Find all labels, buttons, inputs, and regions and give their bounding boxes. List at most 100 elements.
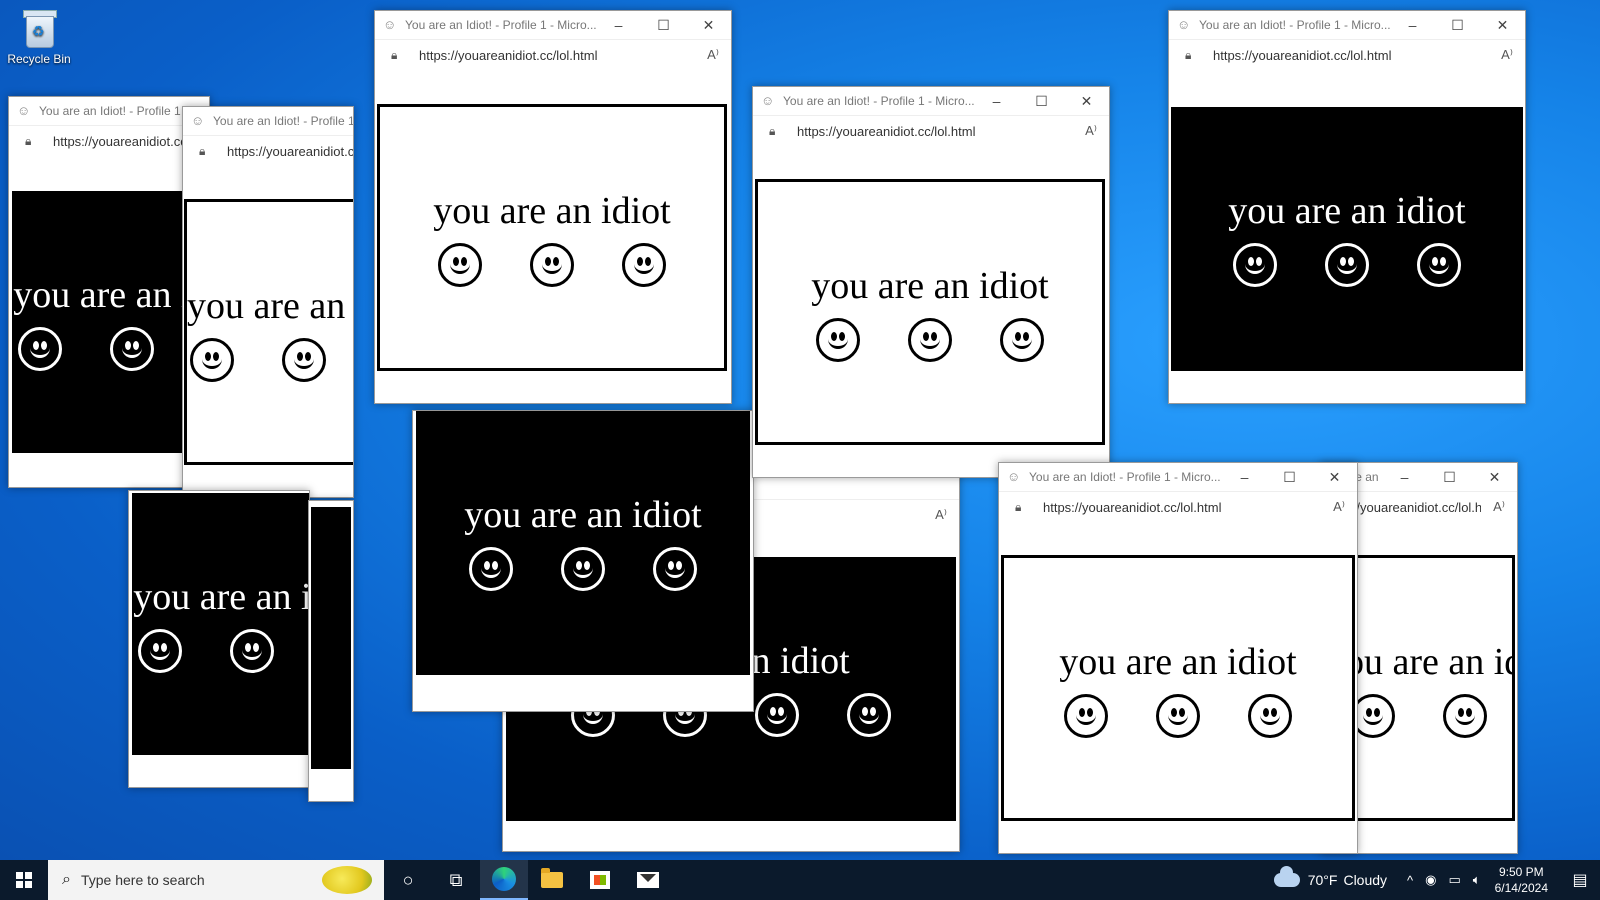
lock-icon: 🔒︎: [1185, 47, 1192, 62]
address-bar[interactable]: 🔒︎ https://youareanidiot.cc/lol.html A⁾: [1169, 39, 1525, 70]
recycle-bin[interactable]: ♻ Recycle Bin: [4, 8, 74, 66]
popup-window[interactable]: ☺ You are an Idiot! - Profile 1 - Micro.…: [998, 462, 1358, 854]
weather-widget[interactable]: 70°F Cloudy: [1273, 866, 1388, 888]
clock[interactable]: 9:50 PM 6/14/2024: [1495, 864, 1548, 896]
maximize-button[interactable]: ☐: [1267, 469, 1312, 486]
task-view-button[interactable]: ⧉: [432, 860, 480, 900]
edge-taskbar-button[interactable]: [480, 860, 528, 900]
window-titlebar[interactable]: ☺ You are an Idiot! - Profile 1 - Micro.…: [753, 87, 1109, 115]
message-panel: you are an idiot: [1001, 555, 1355, 821]
taskbar-search-box[interactable]: ⌕ Type here to search: [48, 860, 384, 900]
close-button[interactable]: ✕: [1064, 93, 1109, 110]
smiley-favicon-icon: ☺: [383, 17, 397, 32]
popup-window[interactable]: ☺ You are an Idiot! - Profile 1 - Micro.…: [1168, 10, 1526, 404]
lock-icon: 🔒︎: [769, 123, 776, 138]
volume-muted-icon[interactable]: 🔈︎: [1473, 872, 1481, 888]
message-panel: you are an idiot: [12, 191, 209, 453]
message-text: you are an idiot: [811, 265, 1049, 307]
smiley-icon: [908, 318, 952, 362]
cloud-icon: [1273, 866, 1300, 887]
read-aloud-icon[interactable]: A⁾: [695, 47, 731, 63]
url-text[interactable]: https://youareanidiot.cc/lol.html: [419, 48, 695, 63]
message-panel: [311, 507, 351, 769]
popup-window[interactable]: ☺ You are an Idiot! - Profile 1 - Micro.…: [374, 10, 732, 404]
close-button[interactable]: ✕: [1312, 469, 1357, 486]
popup-window[interactable]: you are an idiot: [128, 490, 310, 788]
smiley-icon: [1443, 694, 1487, 738]
url-text[interactable]: https://youareanidiot.cc/lol.html: [797, 124, 1073, 139]
read-aloud-icon[interactable]: A⁾: [1481, 499, 1517, 515]
maximize-button[interactable]: ☐: [641, 17, 686, 34]
minimize-button[interactable]: –: [1222, 469, 1267, 485]
smiley-icon: [755, 693, 799, 737]
smiley-icon: [1233, 243, 1277, 287]
popup-window[interactable]: [308, 500, 354, 802]
smiley-icon: [530, 243, 574, 287]
read-aloud-icon[interactable]: A⁾: [1489, 47, 1525, 63]
maximize-button[interactable]: ☐: [1019, 93, 1064, 110]
minimize-button[interactable]: –: [974, 93, 1019, 109]
url-text[interactable]: https://youareanidiot.cc/lol.html: [1213, 48, 1489, 63]
minimize-button[interactable]: –: [596, 17, 641, 33]
search-highlight-lemon-icon[interactable]: [322, 866, 372, 894]
mail-button[interactable]: [624, 860, 672, 900]
start-button[interactable]: [0, 860, 48, 900]
read-aloud-icon[interactable]: A⁾: [1073, 123, 1109, 139]
meet-now-icon[interactable]: ◉: [1425, 872, 1436, 888]
store-icon: [590, 871, 610, 889]
weather-temp: 70°F: [1307, 872, 1338, 888]
smiley-icon: [1156, 694, 1200, 738]
popup-window[interactable]: ☺ You are an Idiot! - Profile 1 - Micro.…: [752, 86, 1110, 478]
cortana-button[interactable]: ○: [384, 860, 432, 900]
read-aloud-icon[interactable]: A⁾: [1321, 499, 1357, 515]
smiley-icon: [110, 327, 154, 371]
weather-condition: Cloudy: [1343, 872, 1388, 888]
url-text[interactable]: https://youareanidiot.cc/lol.html: [227, 144, 353, 159]
window-titlebar[interactable]: ☺ You are an Idiot! - Profile 1 - Micro.…: [1169, 11, 1525, 39]
window-titlebar[interactable]: ☺ You are an Idiot! - Profile 1 - Micro.…: [999, 463, 1357, 491]
maximize-button[interactable]: ☐: [1427, 469, 1472, 486]
minimize-button[interactable]: –: [1390, 17, 1435, 33]
window-title: You are an Idiot! - Profile 1 - Micro...: [783, 94, 974, 108]
close-button[interactable]: ✕: [1480, 17, 1525, 34]
window-title: You are an Idiot! - Profile 1 - Micro...: [1029, 470, 1221, 484]
window-titlebar[interactable]: ☺ You are an Idiot! - Profile 1 - Micro.…: [183, 107, 353, 135]
window-titlebar[interactable]: ☺ You are an Idiot! - Profile 1 - Micro.…: [9, 97, 209, 125]
smiley-favicon-icon: ☺: [1007, 469, 1021, 484]
popup-window[interactable]: you are an idiot: [412, 410, 754, 712]
address-bar[interactable]: 🔒︎ https://youareanidiot.cc/lol.html: [9, 125, 209, 156]
file-explorer-button[interactable]: [528, 860, 576, 900]
taskbar: ⌕ Type here to search ○ ⧉ 70°F Cloudy ^ …: [0, 860, 1600, 900]
url-text[interactable]: https://youareanidiot.cc/lol.html: [1043, 500, 1321, 515]
read-aloud-icon[interactable]: A⁾: [923, 507, 959, 523]
store-button[interactable]: [576, 860, 624, 900]
popup-window[interactable]: ☺ You are an Idiot! - Profile 1 - Micro.…: [182, 106, 354, 498]
message-panel: you are an idiot: [416, 411, 750, 675]
close-button[interactable]: ✕: [686, 17, 731, 34]
window-titlebar[interactable]: ☺ You are an Idiot! - Profile 1 - Micro.…: [375, 11, 731, 39]
smiley-icon: [469, 547, 513, 591]
address-bar[interactable]: 🔒︎ https://youareanidiot.cc/lol.html A⁾: [753, 115, 1109, 146]
network-icon[interactable]: ▭: [1449, 872, 1461, 888]
popup-window[interactable]: ☺ You are an Idiot! - Profile 1 - Micro.…: [8, 96, 210, 488]
maximize-button[interactable]: ☐: [1435, 17, 1480, 34]
address-bar[interactable]: 🔒︎ https://youareanidiot.cc/lol.html: [183, 135, 353, 166]
search-icon: ⌕: [62, 871, 71, 888]
message-text: you are an idiot: [433, 190, 671, 232]
cortana-circle-icon: ○: [402, 869, 414, 890]
address-bar[interactable]: 🔒︎ https://youareanidiot.cc/lol.html A⁾: [375, 39, 731, 70]
chevron-up-icon[interactable]: ^: [1407, 873, 1413, 888]
minimize-button[interactable]: –: [1382, 469, 1427, 485]
lock-icon: 🔒︎: [199, 143, 206, 158]
close-button[interactable]: ✕: [1472, 469, 1517, 486]
folder-icon: [541, 868, 563, 888]
notification-center-button[interactable]: ▤: [1560, 860, 1600, 900]
message-text: you are an idiot: [13, 274, 209, 316]
smiley-icon: [438, 243, 482, 287]
recycle-bin-label: Recycle Bin: [7, 52, 71, 66]
window-title: You are an Idiot! - Profile 1 - Micro...: [405, 18, 596, 32]
window-title: You are an Idiot! - Profile 1 - Micro...: [213, 114, 353, 128]
address-bar[interactable]: 🔒︎ https://youareanidiot.cc/lol.html A⁾: [999, 491, 1357, 522]
lock-icon: 🔒︎: [25, 133, 32, 148]
smiley-icon: [622, 243, 666, 287]
